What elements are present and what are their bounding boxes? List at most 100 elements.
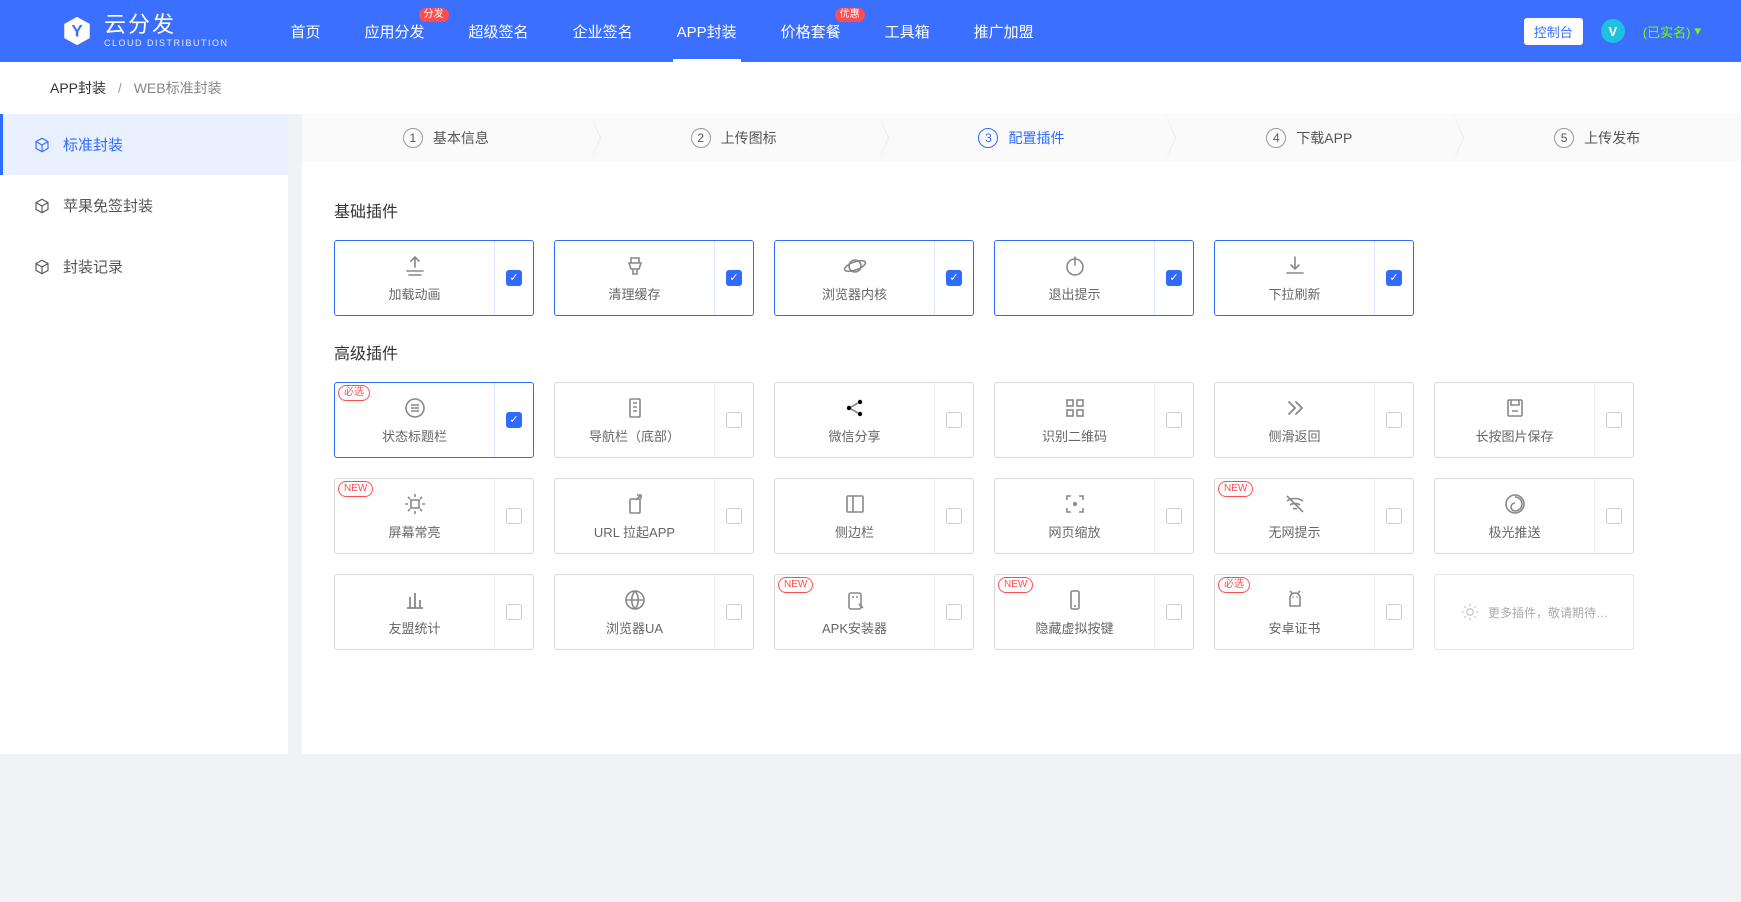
plugin-checkbox[interactable] bbox=[1606, 412, 1622, 428]
plugin-card[interactable]: 必选状态标题栏 bbox=[334, 382, 534, 458]
planet-icon bbox=[843, 254, 867, 278]
nav-item-2[interactable]: 超级签名 bbox=[447, 0, 551, 62]
plugin-checkbox[interactable] bbox=[506, 508, 522, 524]
plugin-checkbox[interactable] bbox=[946, 412, 962, 428]
verified-dropdown[interactable]: (已实名) ▾ bbox=[1643, 22, 1701, 41]
nav-item-label: 推广加盟 bbox=[974, 21, 1034, 42]
plugin-card[interactable]: 导航栏（底部） bbox=[554, 382, 754, 458]
step-1[interactable]: 1基本信息 bbox=[302, 114, 590, 162]
main-panel: 1基本信息 2 上传图标 3配置插件4下载APP5上传发布 基础插件 加载动画清理缓存… bbox=[302, 114, 1741, 754]
plugin-checkbox[interactable] bbox=[946, 604, 962, 620]
plugin-label: 下拉刷新 bbox=[1268, 284, 1320, 303]
plugin-checkbox[interactable] bbox=[726, 270, 742, 286]
step-4[interactable]: 4下载APP bbox=[1165, 114, 1453, 162]
plugin-card[interactable]: 侧边栏 bbox=[774, 478, 974, 554]
plugin-label: 微信分享 bbox=[828, 426, 880, 445]
plugin-card[interactable]: 必选安卓证书 bbox=[1214, 574, 1414, 650]
plugin-checkbox[interactable] bbox=[1166, 412, 1182, 428]
breadcrumb-separator: / bbox=[118, 80, 122, 96]
plugin-checkbox[interactable] bbox=[1386, 508, 1402, 524]
plugin-checkbox[interactable] bbox=[1386, 604, 1402, 620]
plugin-card[interactable]: 下拉刷新 bbox=[1214, 240, 1414, 316]
plugin-checkbox[interactable] bbox=[506, 412, 522, 428]
plugin-label: 极光推送 bbox=[1488, 522, 1540, 541]
plugin-card[interactable]: 极光推送 bbox=[1434, 478, 1634, 554]
plugin-checkbox[interactable] bbox=[726, 508, 742, 524]
sidebar-item-0[interactable]: 标准封装 bbox=[0, 114, 288, 175]
plugin-label: 长按图片保存 bbox=[1475, 426, 1553, 445]
plugin-label: 浏览器UA bbox=[606, 618, 663, 637]
nav-item-4[interactable]: APP封装 bbox=[655, 0, 759, 62]
nav-item-5[interactable]: 价格套餐优惠 bbox=[759, 0, 863, 62]
plugin-checkbox[interactable] bbox=[1166, 270, 1182, 286]
step-number: 4 bbox=[1266, 128, 1286, 148]
plugin-checkbox[interactable] bbox=[1166, 508, 1182, 524]
globe-grid-icon bbox=[623, 588, 647, 612]
console-button[interactable]: 控制台 bbox=[1524, 18, 1583, 45]
plugin-card[interactable]: NEW无网提示 bbox=[1214, 478, 1414, 554]
sidepanel-icon bbox=[843, 492, 867, 516]
nav-item-7[interactable]: 推广加盟 bbox=[952, 0, 1056, 62]
plugin-card[interactable]: 浏览器内核 bbox=[774, 240, 974, 316]
step-5[interactable]: 5上传发布 bbox=[1453, 114, 1741, 162]
plugin-checkbox[interactable] bbox=[726, 604, 742, 620]
plugin-card[interactable]: 清理缓存 bbox=[554, 240, 754, 316]
nav-item-0[interactable]: 首页 bbox=[269, 0, 343, 62]
plugin-checkbox[interactable] bbox=[506, 270, 522, 286]
plugin-card[interactable]: 退出提示 bbox=[994, 240, 1194, 316]
cube-icon bbox=[33, 136, 51, 154]
plugin-checkbox[interactable] bbox=[946, 270, 962, 286]
cube-icon bbox=[33, 197, 51, 215]
top-bar: Y 云分发 CLOUD DISTRIBUTION 首页 应用分发分发超级签名企业签… bbox=[0, 0, 1741, 62]
plugin-label: 隐藏虚拟按键 bbox=[1035, 618, 1113, 637]
nav-item-label: 首页 bbox=[291, 21, 321, 42]
plugin-checkbox[interactable] bbox=[1606, 508, 1622, 524]
step-2[interactable]: 2 上传图标 bbox=[590, 114, 878, 162]
plugin-card[interactable]: 友盟统计 bbox=[334, 574, 534, 650]
step-number: 2 bbox=[691, 128, 711, 148]
plugin-card[interactable]: 侧滑返回 bbox=[1214, 382, 1414, 458]
breadcrumb-item[interactable]: APP封装 bbox=[50, 80, 106, 96]
plugin-tag: NEW bbox=[338, 481, 373, 497]
save-icon bbox=[1503, 396, 1527, 420]
brand-name-cn: 云分发 bbox=[104, 14, 229, 36]
sidebar-item-1[interactable]: 苹果免签封装 bbox=[0, 175, 288, 236]
plugin-checkbox[interactable] bbox=[506, 604, 522, 620]
plugin-label: 浏览器内核 bbox=[822, 284, 887, 303]
plugin-label: 侧边栏 bbox=[835, 522, 874, 541]
plugin-card[interactable]: NEW屏幕常亮 bbox=[334, 478, 534, 554]
plugin-label: 网页缩放 bbox=[1048, 522, 1100, 541]
logo[interactable]: Y 云分发 CLOUD DISTRIBUTION bbox=[60, 14, 229, 48]
plugin-card[interactable]: NEW隐藏虚拟按键 bbox=[994, 574, 1194, 650]
wifi-off-icon bbox=[1283, 492, 1307, 516]
plugin-card[interactable]: URL 拉起APP bbox=[554, 478, 754, 554]
upload-icon bbox=[403, 254, 427, 278]
plugin-checkbox[interactable] bbox=[726, 412, 742, 428]
nav-badge: 分发 bbox=[419, 8, 449, 22]
plugin-card[interactable]: 加载动画 bbox=[334, 240, 534, 316]
plugin-card[interactable]: 长按图片保存 bbox=[1434, 382, 1634, 458]
plugin-checkbox[interactable] bbox=[1166, 604, 1182, 620]
plugin-card[interactable]: 识别二维码 bbox=[994, 382, 1194, 458]
plugin-label: 无网提示 bbox=[1268, 522, 1320, 541]
nav-item-1[interactable]: 应用分发分发 bbox=[343, 0, 447, 62]
brush-icon bbox=[623, 254, 647, 278]
plugin-card[interactable]: NEWAPK安装器 bbox=[774, 574, 974, 650]
step-label: 上传图标 bbox=[721, 128, 777, 148]
plugin-card[interactable]: 浏览器UA bbox=[554, 574, 754, 650]
avatar-icon[interactable]: V bbox=[1601, 19, 1625, 43]
nav-item-6[interactable]: 工具箱 bbox=[863, 0, 952, 62]
section-title-basic: 基础插件 bbox=[334, 198, 1709, 222]
plugin-label: 退出提示 bbox=[1048, 284, 1100, 303]
sidebar-item-label: 标准封装 bbox=[63, 134, 123, 155]
plugin-card[interactable]: 网页缩放 bbox=[994, 478, 1194, 554]
step-3[interactable]: 3配置插件 bbox=[878, 114, 1166, 162]
breadcrumb: APP封装 / WEB标准封装 bbox=[0, 62, 1741, 114]
plugin-checkbox[interactable] bbox=[946, 508, 962, 524]
sidebar-item-2[interactable]: 封装记录 bbox=[0, 236, 288, 297]
plugin-checkbox[interactable] bbox=[1386, 412, 1402, 428]
plugin-card[interactable]: 微信分享 bbox=[774, 382, 974, 458]
nav-item-3[interactable]: 企业签名 bbox=[551, 0, 655, 62]
nav-item-label: APP封装 bbox=[677, 21, 737, 42]
plugin-checkbox[interactable] bbox=[1386, 270, 1402, 286]
